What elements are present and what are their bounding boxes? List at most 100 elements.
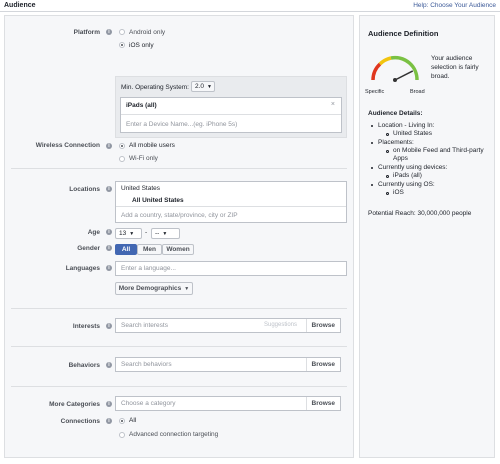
chevron-down-icon: ▼ [184,286,190,292]
device-input[interactable]: iPads (all) × Enter a Device Name...(eg.… [120,97,342,133]
page-title: Audience [4,2,36,9]
behaviors-input[interactable]: Search behaviors Browse [115,357,341,372]
detail-devices-value: iPads (all) [393,172,422,179]
age-label: Age [87,229,100,236]
gauge-yellow-arc [378,56,392,66]
location-country: United States [121,185,161,192]
separator [11,168,347,169]
help-link[interactable]: Help: Choose Your Audience [413,2,496,9]
min-os-label: Min. Operating System: [121,84,189,91]
suggestions-link[interactable]: Suggestions [264,322,297,328]
detail-location: Location - Living In: [378,122,435,129]
interests-input[interactable]: Search interests Suggestions Browse [115,318,341,333]
divider [116,206,346,207]
more-categories-input[interactable]: Choose a category Browse [115,396,341,411]
behaviors-browse-button[interactable]: Browse [305,358,340,371]
behaviors-label: Behaviors [68,362,100,369]
device-settings-box: Min. Operating System: 2.0 ▼ iPads (all) … [115,76,347,138]
separator [11,308,347,309]
detail-devices: Currently using devices: [378,164,448,171]
connections-label: Connections [60,418,100,425]
option-wifi-only[interactable]: Wi-Fi only [129,155,158,162]
radio-connections-all[interactable] [119,418,125,424]
age-info-icon[interactable]: i [106,229,112,235]
sub-bullet [386,175,389,178]
wireless-info-icon[interactable]: i [106,143,112,149]
locations-label: Locations [69,186,100,193]
gauge-green-arc [390,55,419,81]
min-os-select[interactable]: 2.0 ▼ [191,81,215,92]
behaviors-info-icon[interactable]: i [106,362,112,368]
close-icon[interactable]: × [331,101,335,108]
locations-placeholder: Add a country, state/province, city or Z… [121,212,238,219]
gender-label: Gender [77,245,100,252]
interests-info-icon[interactable]: i [106,323,112,329]
gender-women-button[interactable]: Women [162,244,194,255]
bullet [371,125,373,127]
age-max-select[interactable]: -- ▼ [151,228,180,239]
min-os-value: 2.0 [195,83,205,90]
option-advanced-connection-targeting[interactable]: Advanced connection targeting [129,431,218,438]
device-tag: iPads (all) [126,102,157,109]
more-demographics-label: More Demographics [118,285,182,292]
potential-reach: Potential Reach: 30,000,000 people [368,210,472,217]
audience-definition-title: Audience Definition [368,29,439,38]
gender-men-button[interactable]: Men [137,244,162,255]
detail-os-value: iOS [393,189,404,196]
separator [11,386,347,387]
platform-info-icon[interactable]: i [106,29,112,35]
option-connections-all[interactable]: All [129,417,136,424]
locations-input[interactable]: United States All United States Add a co… [115,181,347,223]
device-placeholder: Enter a Device Name...(eg. iPhone 5s) [126,121,238,128]
gender-info-icon[interactable]: i [106,245,112,251]
radio-wifi-only[interactable] [119,156,125,162]
audience-summary: Your audience selection is fairly broad. [431,55,479,80]
platform-label: Platform [73,29,100,36]
connections-info-icon[interactable]: i [106,418,112,424]
more-demographics-button[interactable]: More Demographics ▼ [115,282,193,295]
sub-bullet [386,150,389,153]
languages-input[interactable]: Enter a language... [115,261,347,276]
audience-definition-panel: Audience Definition Specific Broad Your … [359,15,495,458]
audience-gauge [371,55,419,82]
chevron-down-icon: ▼ [207,84,212,90]
detail-os: Currently using OS: [378,181,435,188]
more-categories-label: More Categories [49,401,100,408]
more-categories-info-icon[interactable]: i [106,401,112,407]
option-ios-only[interactable]: iOS only [129,42,154,49]
detail-location-value: United States [393,130,433,137]
gauge-hub [393,78,397,82]
gauge-specific-label: Specific [365,89,385,95]
radio-all-mobile-users[interactable] [119,143,125,149]
gauge-broad-label: Broad [410,89,425,95]
chevron-down-icon: ▼ [129,231,135,237]
divider [121,114,341,115]
sub-bullet [386,192,389,195]
radio-advanced-connection-targeting[interactable] [119,432,125,438]
more-categories-placeholder: Choose a category [121,400,176,407]
age-min-select[interactable]: 13 ▼ [115,228,142,239]
sub-bullet [386,133,389,136]
languages-label: Languages [65,265,100,272]
interests-browse-button[interactable]: Browse [305,319,340,332]
bullet [371,167,373,169]
radio-ios-only[interactable] [119,42,125,48]
gender-all-button[interactable]: All [115,244,137,255]
interests-placeholder: Search interests [121,322,168,329]
audience-form: Platform i Android only iOS only Min. Op… [4,15,354,458]
option-all-mobile-users[interactable]: All mobile users [129,142,175,149]
gauge-red-arc [371,62,382,81]
age-min-value: 13 [119,230,127,237]
chevron-down-icon: ▼ [162,231,168,237]
locations-info-icon[interactable]: i [106,186,112,192]
audience-details-title: Audience Details: [368,110,423,117]
languages-info-icon[interactable]: i [106,265,112,271]
option-android-only[interactable]: Android only [129,29,165,36]
interests-label: Interests [72,323,100,330]
gauge-needle [394,70,414,81]
more-categories-browse-button[interactable]: Browse [305,397,340,410]
radio-android-only[interactable] [119,29,125,35]
bullet [371,184,373,186]
wireless-label: Wireless Connection [35,142,100,149]
header-bar: Audience Help: Choose Your Audience [0,0,500,12]
